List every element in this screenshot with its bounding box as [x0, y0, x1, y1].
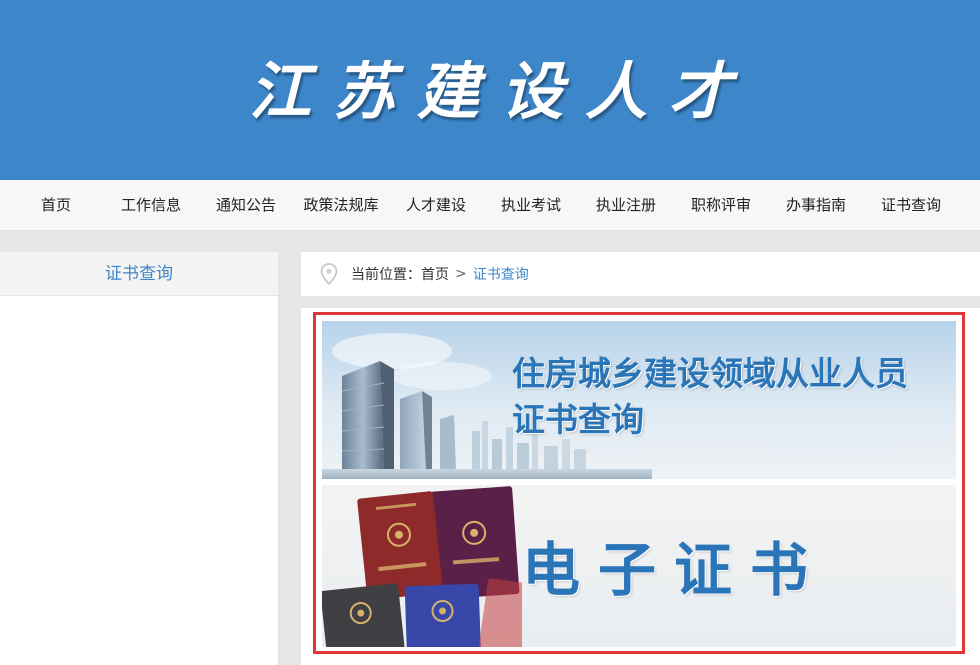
nav-item-home[interactable]: 首页 [41, 180, 71, 231]
nav-item-title-review[interactable]: 职称评审 [691, 180, 751, 231]
breadcrumb: 当前位置： 首页 > 证书查询 [301, 252, 980, 296]
nav-item-cert-query[interactable]: 证书查询 [881, 180, 941, 231]
highlight-frame: 住房城乡建设领域从业人员 证书查询 电子证书 [313, 312, 965, 654]
cert-query-banner-line1: 住房城乡建设领域从业人员 [512, 354, 908, 393]
cert-query-banner-line2: 证书查询 [512, 400, 644, 439]
sidebar-title[interactable]: 证书查询 [0, 252, 278, 296]
breadcrumb-current[interactable]: 证书查询 [473, 264, 529, 284]
cert-query-banner-title: 住房城乡建设领域从业人员 证书查询 [512, 351, 908, 443]
cert-query-banner[interactable]: 住房城乡建设领域从业人员 证书查询 [322, 321, 956, 479]
e-cert-banner[interactable]: 电子证书 [322, 485, 956, 647]
breadcrumb-prefix: 当前位置： [351, 267, 421, 283]
nav-item-talent[interactable]: 人才建设 [406, 180, 466, 231]
e-cert-banner-title: 电子证书 [522, 536, 827, 604]
breadcrumb-home-link[interactable]: 首页 [421, 264, 449, 284]
nav-item-policy[interactable]: 政策法规库 [303, 180, 378, 231]
nav-item-guide[interactable]: 办事指南 [786, 180, 846, 231]
site-header: 江苏建设人才 [0, 0, 980, 180]
site-title: 江苏建设人才 [248, 55, 753, 128]
certificate-books-image [322, 486, 522, 647]
nav-item-notices[interactable]: 通知公告 [216, 180, 276, 231]
location-pin-icon [320, 263, 338, 286]
sidebar: 证书查询 [0, 252, 278, 665]
breadcrumb-separator: > [455, 266, 467, 282]
nav-item-exam[interactable]: 执业考试 [501, 180, 561, 231]
main-content: 住房城乡建设领域从业人员 证书查询 电子证书 [301, 308, 980, 665]
nav-item-registration[interactable]: 执业注册 [596, 180, 656, 231]
main-nav: 首页 工作信息 通知公告 政策法规库 人才建设 执业考试 执业注册 职称评审 办… [0, 180, 980, 231]
nav-item-work-info[interactable]: 工作信息 [121, 180, 181, 231]
